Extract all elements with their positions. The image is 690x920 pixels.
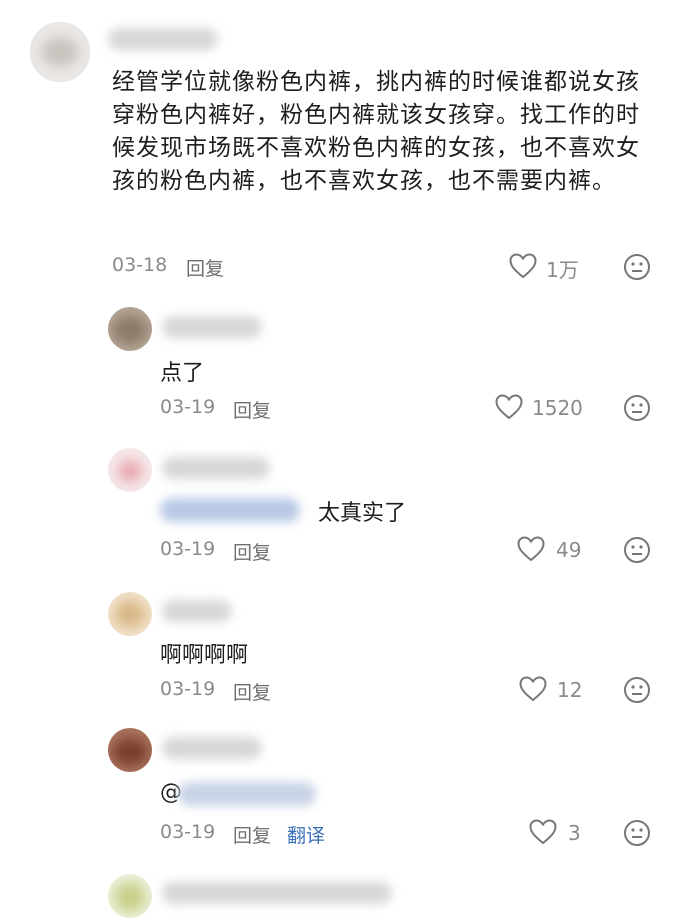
reply-button[interactable]: 回复 [233, 678, 271, 705]
username[interactable] [108, 28, 218, 50]
reply-date: 03-19 [160, 821, 216, 843]
mention-link[interactable] [178, 782, 316, 806]
neutral-face-icon[interactable] [623, 819, 651, 847]
reply-date: 03-19 [160, 678, 216, 700]
like-count: 3 [568, 821, 581, 845]
username[interactable] [162, 737, 262, 759]
username[interactable] [162, 457, 270, 479]
avatar[interactable] [108, 592, 152, 636]
like-count: 49 [556, 538, 582, 562]
neutral-face-icon[interactable] [623, 676, 651, 704]
like-count: 1万 [546, 258, 579, 282]
reply-button[interactable]: 回复 [186, 254, 224, 281]
reply-button[interactable]: 回复 [233, 396, 271, 423]
reply-text: 啊啊啊啊 [160, 643, 249, 668]
avatar[interactable] [108, 728, 152, 772]
reply-text: 点了 [160, 361, 205, 386]
neutral-face-icon[interactable] [623, 536, 651, 564]
username[interactable] [162, 316, 262, 338]
heart-outline-icon[interactable] [517, 536, 545, 562]
heart-outline-icon[interactable] [495, 394, 523, 420]
avatar[interactable] [30, 22, 90, 82]
mention-link[interactable] [160, 498, 300, 522]
avatar[interactable] [108, 307, 152, 351]
reply-text: 太真实了 [318, 501, 407, 526]
reply-button[interactable]: 回复 [233, 821, 271, 848]
heart-outline-icon[interactable] [529, 819, 557, 845]
like-count: 1520 [532, 396, 583, 420]
translate-button[interactable]: 翻译 [287, 821, 325, 848]
neutral-face-icon[interactable] [623, 394, 651, 422]
heart-outline-icon[interactable] [519, 676, 547, 702]
avatar[interactable] [108, 448, 152, 492]
neutral-face-icon[interactable] [623, 253, 651, 281]
comment-date: 03-18 [112, 254, 168, 276]
reply-date: 03-19 [160, 538, 216, 560]
avatar[interactable] [108, 874, 152, 918]
reply-date: 03-19 [160, 396, 216, 418]
username[interactable] [162, 882, 392, 904]
reply-button[interactable]: 回复 [233, 538, 271, 565]
heart-outline-icon[interactable] [509, 253, 537, 279]
like-count: 12 [557, 678, 583, 702]
comment-text: 经管学位就像粉色内裤，挑内裤的时候谁都说女孩穿粉色内裤好，粉色内裤就该女孩穿。找… [112, 69, 640, 194]
username[interactable] [162, 600, 232, 622]
